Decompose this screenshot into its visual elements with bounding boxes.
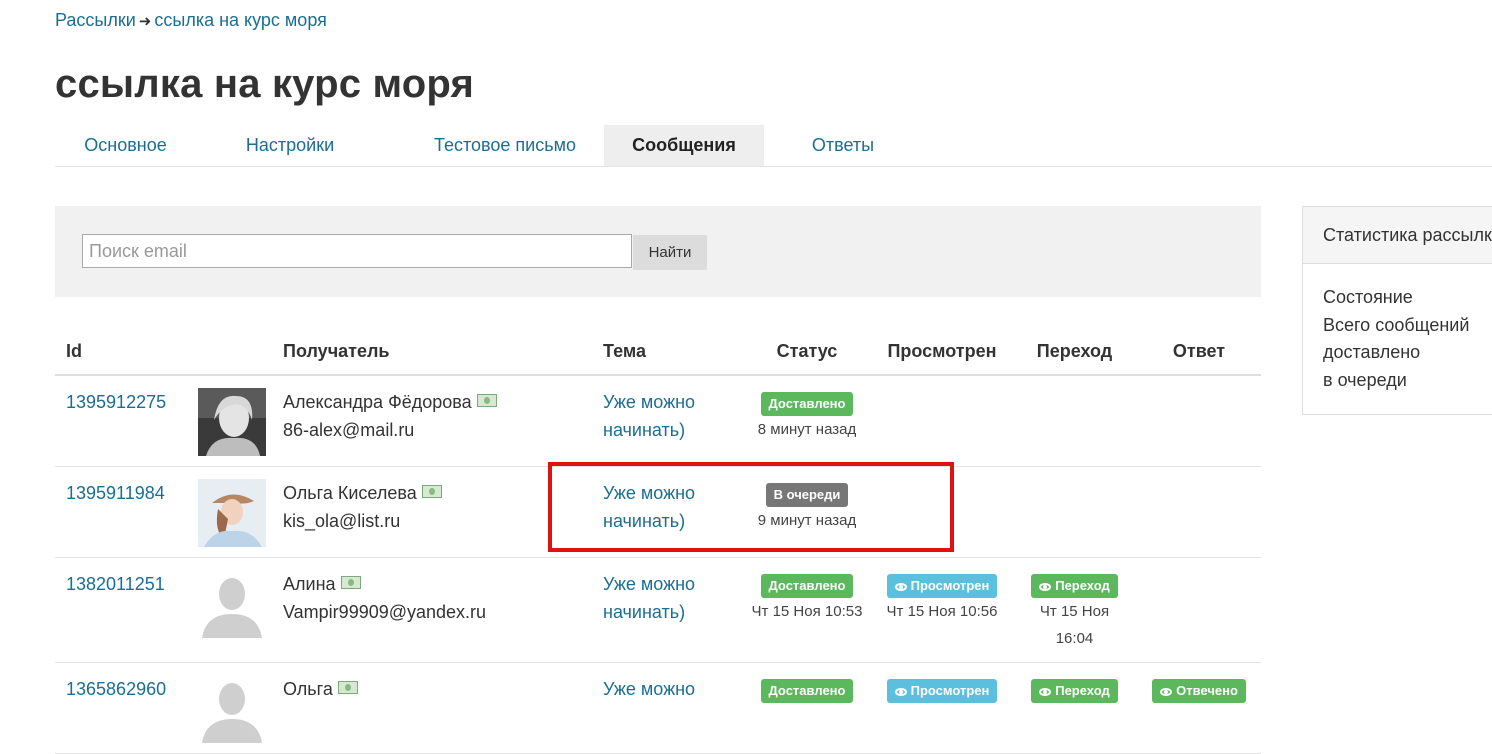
avatar-photo-icon xyxy=(198,388,266,456)
subject-link[interactable]: Уже можно xyxy=(603,679,695,699)
recipient-email: kis_ola@list.ru xyxy=(283,511,401,531)
eye-icon xyxy=(894,583,907,591)
subject-link[interactable]: Уже можно начинать) xyxy=(603,392,695,440)
tab-settings[interactable]: Настройки xyxy=(219,125,361,166)
table-row: 1395912275 Александра Фёдорова 86-alex@m… xyxy=(55,375,1261,467)
click-badge-label: Переход xyxy=(1055,683,1110,698)
subject-line: Уже можно xyxy=(603,392,696,412)
table-row: 1365862960 Ольга Уже можно Доставлено Пр… xyxy=(55,662,1261,754)
breadcrumb-link-current[interactable]: ссылка на курс моря xyxy=(154,10,327,30)
viewed-time: Чт 15 Ноя 10:56 xyxy=(886,603,998,620)
money-icon xyxy=(421,485,442,498)
highlight-annotation xyxy=(548,462,954,552)
eye-icon xyxy=(1039,688,1052,696)
click-badge: Переход xyxy=(1031,679,1118,703)
header-viewed[interactable]: Просмотрен xyxy=(872,328,1012,376)
status-time: 8 минут назад xyxy=(757,421,857,438)
avatar[interactable] xyxy=(198,570,266,638)
money-icon xyxy=(340,576,361,589)
subject-line: начинать) xyxy=(603,420,686,440)
recipient-name: Ольга Киселева xyxy=(283,483,417,503)
eye-icon xyxy=(894,688,907,696)
tab-messages[interactable]: Сообщения xyxy=(604,125,764,166)
recipient-name: Александра Фёдорова xyxy=(283,392,472,412)
reply-badge: Отвечено xyxy=(1152,679,1246,703)
header-avatar xyxy=(182,328,272,376)
header-status[interactable]: Статус xyxy=(742,328,872,376)
recipient-email: Vampir99909@yandex.ru xyxy=(283,602,487,622)
reply-badge-label: Отвечено xyxy=(1176,683,1238,698)
status-badge-delivered: Доставлено xyxy=(760,679,854,703)
subject-line: Уже можно xyxy=(603,574,696,594)
stats-item-state: Состояние xyxy=(1323,287,1413,307)
header-id[interactable]: Id xyxy=(55,328,182,376)
message-id-link[interactable]: 1395911984 xyxy=(66,483,165,503)
message-id-link[interactable]: 1382011251 xyxy=(66,574,165,594)
tab-replies[interactable]: Ответы xyxy=(788,125,898,166)
viewed-badge-label: Просмотрен xyxy=(910,578,990,593)
avatar-photo-icon xyxy=(198,479,266,547)
table-row: 1382011251 Алина Vampir99909@yandex.ru У… xyxy=(55,557,1261,663)
reply-icon xyxy=(1160,688,1173,696)
tab-bar: Основное Настройки Тестовое письмо Сообщ… xyxy=(55,125,1492,167)
click-badge-label: Переход xyxy=(1055,578,1110,593)
breadcrumb-link-mailings[interactable]: Рассылки xyxy=(55,10,136,30)
avatar[interactable] xyxy=(198,479,266,547)
recipient-name: Ольга xyxy=(283,679,333,699)
recipient-name: Алина xyxy=(283,574,336,594)
stats-panel: Статистика рассылки Состояние Всего сооб… xyxy=(1302,206,1492,415)
eye-icon xyxy=(1039,583,1052,591)
stats-item-delivered: доставлено xyxy=(1323,342,1421,362)
click-time: Чт 15 Ноя xyxy=(1039,603,1110,620)
default-avatar-icon xyxy=(198,570,266,638)
click-badge: Переход xyxy=(1031,574,1118,598)
viewed-badge: Просмотрен xyxy=(886,679,998,703)
search-button[interactable]: Найти xyxy=(633,235,707,270)
avatar[interactable] xyxy=(198,388,266,456)
breadcrumb-arrow-icon: ➜ xyxy=(138,13,152,30)
stats-item-queued: в очереди xyxy=(1323,369,1407,390)
stats-panel-title: Статистика рассылки xyxy=(1303,207,1492,264)
page-title: ссылка на курс моря xyxy=(55,62,475,106)
status-time: Чт 15 Ноя 10:53 xyxy=(751,603,863,620)
tab-test-letter[interactable]: Тестовое письмо xyxy=(385,125,625,166)
tab-main[interactable]: Основное xyxy=(55,125,196,166)
money-icon xyxy=(337,681,358,694)
header-subject[interactable]: Тема xyxy=(592,328,742,376)
header-click[interactable]: Переход xyxy=(1012,328,1137,376)
header-reply[interactable]: Ответ xyxy=(1137,328,1261,376)
status-badge-delivered: Доставлено xyxy=(760,392,854,416)
status-badge-delivered: Доставлено xyxy=(760,574,854,598)
subject-line: начинать) xyxy=(603,602,686,622)
default-avatar-icon xyxy=(198,675,266,743)
stats-item-total: Всего сообщений xyxy=(1323,314,1470,335)
header-recipient[interactable]: Получатель xyxy=(272,328,592,376)
message-id-link[interactable]: 1395912275 xyxy=(66,392,166,412)
subject-line: Уже можно xyxy=(603,679,696,699)
viewed-badge-label: Просмотрен xyxy=(910,683,990,698)
message-id-link[interactable]: 1365862960 xyxy=(66,679,166,699)
recipient-email: 86-alex@mail.ru xyxy=(283,420,415,440)
subject-link[interactable]: Уже можно начинать) xyxy=(603,574,695,622)
breadcrumb: Рассылки ➜ ссылка на курс моря xyxy=(55,10,327,31)
click-time: 16:04 xyxy=(1055,630,1094,647)
search-email-input[interactable] xyxy=(82,234,632,268)
avatar[interactable] xyxy=(198,675,266,743)
viewed-badge: Просмотрен xyxy=(886,574,998,598)
search-panel: Найти xyxy=(55,206,1261,297)
table-header-row: Id Получатель Тема Статус Просмотрен Пер… xyxy=(55,328,1261,376)
money-icon xyxy=(476,394,497,407)
